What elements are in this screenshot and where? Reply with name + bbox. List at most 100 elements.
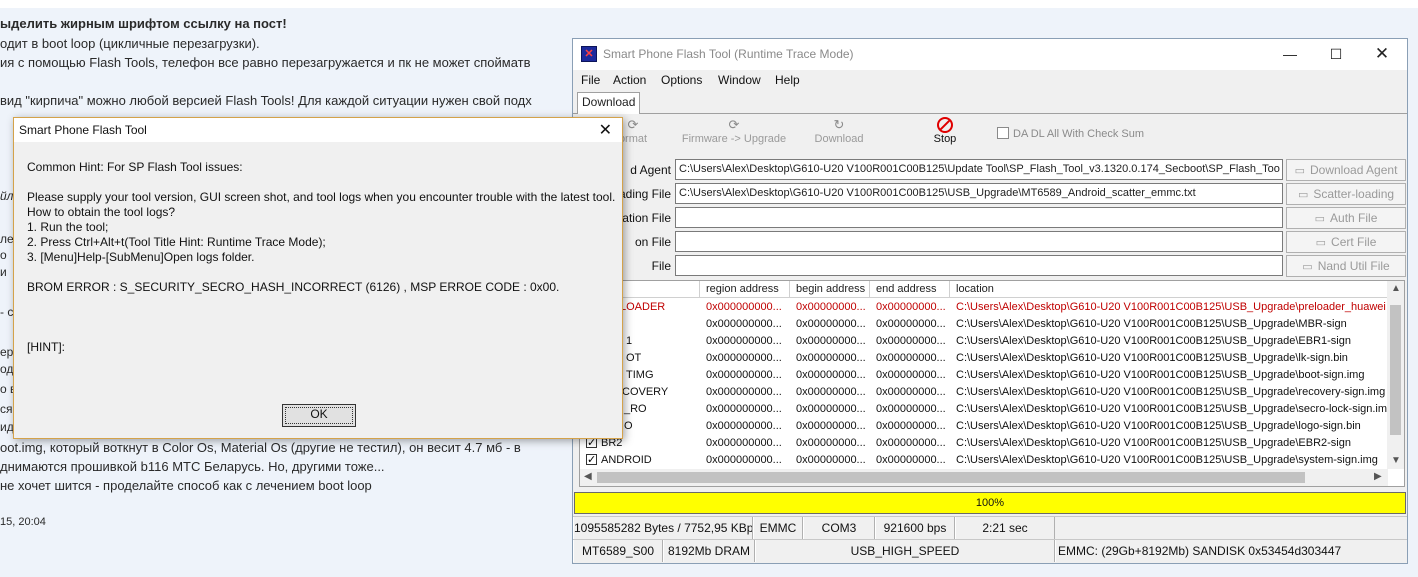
- scatter-loading-button[interactable]: ▭ Scatter-loading: [1286, 183, 1406, 205]
- da-checksum-label: DA DL All With Check Sum: [1013, 128, 1145, 140]
- post-line: ия с помощью Flash Tools, телефон все ра…: [0, 55, 531, 70]
- dialog-title-bar[interactable]: Smart Phone Flash Tool ✕: [14, 118, 622, 142]
- horizontal-scrollbar[interactable]: ◀ ▶: [580, 469, 1388, 486]
- location-cell: C:\Users\Alex\Desktop\G610-U20 V100R001C…: [956, 386, 1386, 398]
- menu-action[interactable]: Action: [613, 73, 646, 87]
- download-agent-field[interactable]: C:\Users\Alex\Desktop\G610-U20 V100R001C…: [675, 159, 1283, 180]
- firmware-upgrade-label: Firmware -> Upgrade: [681, 133, 787, 145]
- scroll-up-icon[interactable]: ▲: [1391, 283, 1401, 294]
- post-timestamp: 15, 20:04: [0, 516, 46, 528]
- checkbox-box: [997, 127, 1009, 139]
- post-line: днимаются прошивкой b116 МТС Беларусь. Н…: [0, 459, 385, 474]
- begin-cell: 0x00000000...: [796, 437, 866, 449]
- close-icon[interactable]: ✕: [599, 120, 612, 140]
- da-checksum-checkbox[interactable]: DA DL All With Check Sum: [997, 127, 1144, 140]
- cert-file-field[interactable]: [675, 231, 1283, 252]
- end-cell: 0x00000000...: [876, 454, 946, 466]
- status-emmc: EMMC: (29Gb+8192Mb) SANDISK 0x53454d3034…: [1055, 540, 1407, 562]
- partition-name: COVERY: [622, 386, 669, 398]
- scroll-left-icon[interactable]: ◀: [584, 471, 592, 482]
- end-cell: 0x00000000...: [876, 352, 946, 364]
- post-line: одит в boot loop (цикличные перезагрузки…: [0, 36, 260, 51]
- table-row[interactable]: OT 0x000000000... 0x00000000... 0x00000000.…: [580, 350, 1388, 367]
- table-row[interactable]: O 0x000000000... 0x00000000... 0x00000000..…: [580, 418, 1388, 435]
- region-cell: 0x000000000...: [706, 403, 782, 415]
- stop-button[interactable]: Stop: [925, 117, 965, 145]
- post-line: oot.img, который воткнут в Color Os, Mat…: [0, 440, 521, 455]
- tab-download[interactable]: Download: [577, 92, 641, 114]
- region-cell: 0x000000000...: [706, 386, 782, 398]
- column-header-location[interactable]: location: [950, 281, 1388, 298]
- stop-icon: [937, 117, 953, 133]
- folder-icon: ▭: [1297, 189, 1309, 201]
- begin-cell: 0x00000000...: [796, 454, 866, 466]
- cert-file-button[interactable]: ▭ Cert File: [1286, 231, 1406, 253]
- column-header-region[interactable]: region address: [700, 281, 790, 298]
- table-row[interactable]: 1 0x000000000... 0x00000000... 0x00000000..…: [580, 333, 1388, 350]
- post-line: ыделить жирным шрифтом ссылку на пост!: [0, 16, 287, 31]
- download-button[interactable]: ↻ Download: [811, 117, 867, 145]
- nand-util-button[interactable]: ▭ Nand Util File: [1286, 255, 1406, 277]
- download-agent-button[interactable]: ▭ Download Agent: [1286, 159, 1406, 181]
- nand-util-field[interactable]: [675, 255, 1283, 276]
- end-cell: 0x00000000...: [876, 369, 946, 381]
- menu-help[interactable]: Help: [775, 73, 800, 87]
- table-row[interactable]: COVERY 0x000000000... 0x00000000... 0x00000…: [580, 384, 1388, 401]
- nand-util-row: File ▭ Nand Util File: [573, 255, 1407, 277]
- post-fragment: - с: [0, 305, 14, 319]
- menu-options[interactable]: Options: [661, 73, 702, 87]
- vertical-scrollbar[interactable]: ▲ ▼: [1387, 281, 1404, 469]
- hint-dialog: Smart Phone Flash Tool ✕ Common Hint: Fo…: [13, 117, 623, 439]
- toolbar: ⟳ ormat ⟳ Firmware -> Upgrade ↻ Download…: [573, 115, 1407, 155]
- tab-strip: Download: [573, 92, 1407, 114]
- horizontal-scroll-thumb[interactable]: [597, 472, 1305, 483]
- scroll-down-icon[interactable]: ▼: [1391, 455, 1401, 466]
- status-storage: EMMC: [753, 517, 803, 539]
- folder-icon: ▭: [1294, 165, 1305, 177]
- app-icon: ✕: [581, 46, 597, 62]
- end-cell: 0x00000000...: [876, 318, 946, 330]
- table-row[interactable]: ANDROID 0x000000000... 0x00000000... 0x0000…: [580, 452, 1388, 469]
- status-usb: USB_HIGH_SPEED: [755, 540, 1055, 562]
- status-port: COM3: [803, 517, 875, 539]
- maximize-icon[interactable]: ☐: [1313, 39, 1359, 70]
- scatter-loading-button-label: Scatter-loading: [1313, 187, 1395, 201]
- download-label: Download: [814, 133, 864, 145]
- window-title-bar[interactable]: ✕ Smart Phone Flash Tool (Runtime Trace …: [573, 39, 1407, 70]
- menu-file[interactable]: File: [581, 73, 600, 87]
- begin-cell: 0x00000000...: [796, 369, 866, 381]
- minimize-icon[interactable]: —: [1267, 39, 1313, 70]
- post-fragment: йл: [0, 189, 14, 203]
- firmware-upgrade-button[interactable]: ⟳ Firmware -> Upgrade: [681, 117, 787, 145]
- auth-file-button[interactable]: ▭ Auth File: [1286, 207, 1406, 229]
- location-cell: C:\Users\Alex\Desktop\G610-U20 V100R001C…: [956, 437, 1351, 449]
- partition-checkbox[interactable]: [586, 452, 597, 469]
- status-bar-2: MT6589_S00 8192Mb DRAM USB_HIGH_SPEED EM…: [573, 539, 1407, 562]
- scroll-right-icon[interactable]: ▶: [1374, 471, 1382, 482]
- post-line: вид "кирпича" можно любой версией Flash …: [0, 93, 532, 108]
- progress-bar: 100%: [574, 492, 1406, 514]
- begin-cell: 0x00000000...: [796, 301, 866, 313]
- scatter-loading-field[interactable]: C:\Users\Alex\Desktop\G610-U20 V100R001C…: [675, 183, 1283, 204]
- region-cell: 0x000000000...: [706, 318, 782, 330]
- table-row[interactable]: _RO 0x000000000... 0x00000000... 0x00000000…: [580, 401, 1388, 418]
- post-line: не хочет шится - проделайте способ как с…: [0, 478, 372, 493]
- partition-name: TIMG: [626, 369, 654, 381]
- format-label: ormat: [618, 133, 648, 145]
- table-row[interactable]: 0x000000000... 0x00000000... 0x00000000...…: [580, 316, 1388, 333]
- status-time: 2:21 sec: [955, 517, 1055, 539]
- ok-button[interactable]: OK: [282, 404, 356, 427]
- dialog-hint-label: [HINT]:: [27, 340, 65, 354]
- table-row[interactable]: LOADER 0x000000000... 0x00000000... 0x00000…: [580, 299, 1388, 316]
- menu-window[interactable]: Window: [718, 73, 761, 87]
- auth-file-field[interactable]: [675, 207, 1283, 228]
- column-header-begin[interactable]: begin address: [790, 281, 870, 298]
- table-row[interactable]: BR20x000000000...0x00000000...0x00000000…: [580, 435, 1388, 452]
- partition-name: ANDROID: [601, 454, 652, 466]
- status-dram: 8192Mb DRAM: [663, 540, 755, 562]
- column-header-end[interactable]: end address: [870, 281, 950, 298]
- table-row[interactable]: TIMG 0x000000000... 0x00000000... 0x0000000…: [580, 367, 1388, 384]
- close-icon[interactable]: ✕: [1359, 39, 1405, 70]
- vertical-scroll-thumb[interactable]: [1390, 305, 1401, 435]
- end-cell: 0x00000000...: [876, 437, 946, 449]
